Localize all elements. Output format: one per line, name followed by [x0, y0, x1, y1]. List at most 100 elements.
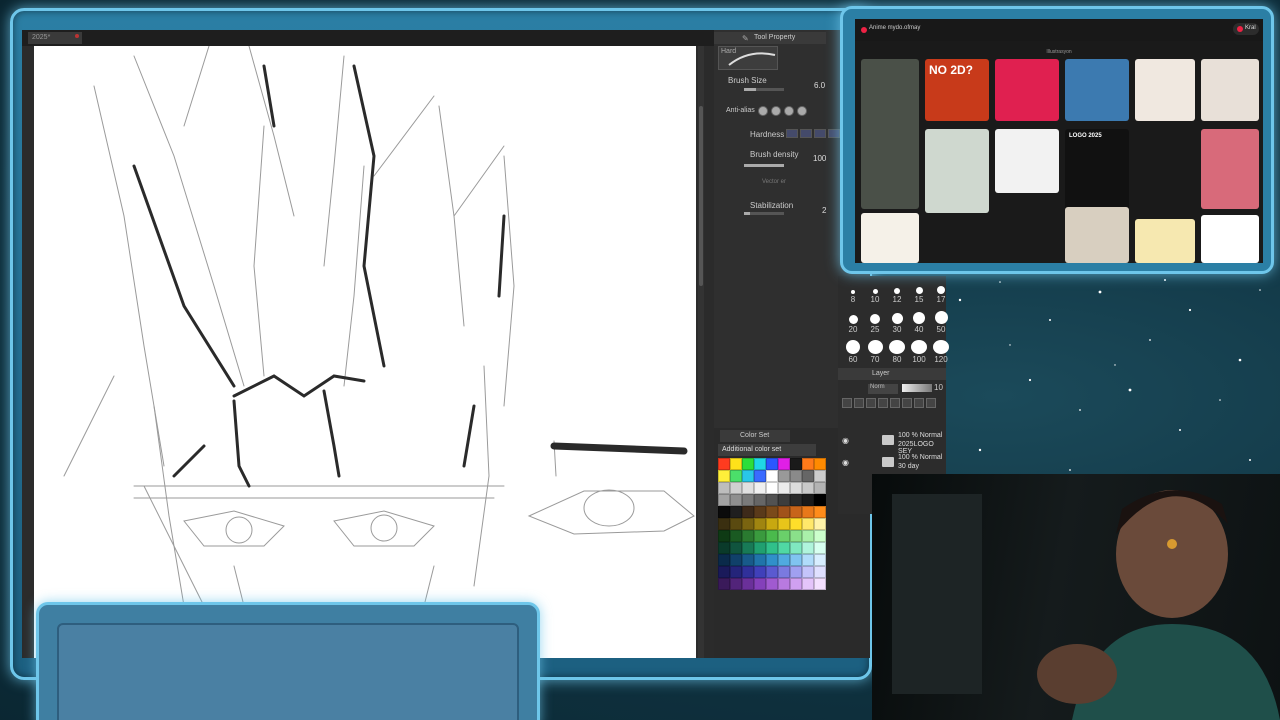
gallery-thumbnail[interactable] — [1201, 59, 1259, 121]
color-swatch[interactable] — [814, 542, 826, 554]
color-swatch[interactable] — [730, 554, 742, 566]
brush-size-presets[interactable]: 8 10 12 15 17 20 25 30 40 50 60 70 80 100 120 — [842, 280, 952, 364]
antialias-options[interactable] — [758, 106, 807, 116]
color-swatch[interactable] — [742, 470, 754, 482]
color-swatch[interactable] — [766, 506, 778, 518]
color-swatch[interactable] — [802, 482, 814, 494]
color-swatch[interactable] — [730, 506, 742, 518]
color-swatch[interactable] — [754, 458, 766, 470]
color-swatch[interactable] — [790, 458, 802, 470]
color-swatch[interactable] — [814, 506, 826, 518]
color-swatch[interactable] — [766, 566, 778, 578]
color-swatch[interactable] — [802, 506, 814, 518]
color-swatch[interactable] — [766, 482, 778, 494]
color-swatch[interactable] — [730, 482, 742, 494]
color-swatch[interactable] — [754, 566, 766, 578]
brush-size-preset[interactable]: 17 — [930, 280, 952, 304]
brush-size-preset[interactable]: 70 — [864, 340, 886, 364]
gallery-thumbnail[interactable]: NO 2D? — [925, 59, 989, 121]
color-swatch-grid[interactable] — [718, 458, 826, 590]
color-swatch[interactable] — [790, 530, 802, 542]
color-swatch[interactable] — [802, 494, 814, 506]
color-swatch[interactable] — [718, 578, 730, 590]
color-swatch[interactable] — [778, 530, 790, 542]
site-title[interactable]: Anime mydo.ofmay — [869, 25, 920, 31]
layer-row[interactable]: ◉ 100 % Normal 30 day — [838, 454, 946, 474]
gallery-thumbnail[interactable] — [995, 129, 1059, 193]
color-swatch[interactable] — [802, 554, 814, 566]
gallery-thumbnail[interactable] — [861, 59, 919, 209]
brush-size-preset[interactable]: 40 — [908, 310, 930, 334]
brush-size-preset[interactable]: 25 — [864, 310, 886, 334]
color-swatch[interactable] — [718, 530, 730, 542]
color-swatch[interactable] — [778, 482, 790, 494]
color-swatch[interactable] — [730, 470, 742, 482]
color-swatch[interactable] — [790, 506, 802, 518]
tool-property-tab[interactable]: ✎ Tool Property — [714, 32, 826, 44]
color-swatch[interactable] — [790, 554, 802, 566]
gallery-thumbnail[interactable] — [1201, 215, 1259, 263]
layer-toolbar[interactable] — [842, 398, 936, 408]
color-swatch[interactable] — [778, 458, 790, 470]
color-swatch[interactable] — [754, 506, 766, 518]
color-swatch[interactable] — [778, 578, 790, 590]
color-swatch[interactable] — [742, 566, 754, 578]
color-swatch[interactable] — [814, 458, 826, 470]
brush-size-preset[interactable]: 8 — [842, 280, 864, 304]
color-swatch[interactable] — [778, 470, 790, 482]
color-swatch[interactable] — [802, 530, 814, 542]
brush-size-preset[interactable]: 15 — [908, 280, 930, 304]
color-swatch[interactable] — [802, 578, 814, 590]
brush-size-value[interactable]: 6.0 — [814, 81, 825, 90]
brush-preset-preview[interactable]: Hard — [718, 46, 778, 70]
color-swatch[interactable] — [778, 506, 790, 518]
stabilization-value[interactable]: 2 — [822, 206, 826, 215]
color-swatch[interactable] — [742, 458, 754, 470]
color-swatch[interactable] — [718, 566, 730, 578]
brush-density-slider[interactable] — [744, 164, 784, 167]
color-swatch[interactable] — [742, 530, 754, 542]
color-swatch[interactable] — [754, 518, 766, 530]
color-swatch[interactable] — [790, 566, 802, 578]
color-swatch[interactable] — [766, 494, 778, 506]
color-swatch[interactable] — [778, 566, 790, 578]
color-swatch[interactable] — [718, 554, 730, 566]
color-swatch[interactable] — [766, 554, 778, 566]
color-swatch[interactable] — [742, 554, 754, 566]
color-swatch[interactable] — [814, 494, 826, 506]
color-swatch[interactable] — [802, 566, 814, 578]
color-swatch[interactable] — [766, 542, 778, 554]
color-swatch[interactable] — [718, 458, 730, 470]
color-swatch[interactable] — [754, 470, 766, 482]
layer-panel-header[interactable]: Layer — [838, 368, 946, 380]
brush-size-slider[interactable] — [744, 88, 784, 91]
color-swatch[interactable] — [754, 494, 766, 506]
stabilization-slider[interactable] — [744, 212, 784, 215]
color-set-dropdown[interactable]: Additional color set — [718, 444, 816, 456]
color-swatch[interactable] — [742, 578, 754, 590]
color-swatch[interactable] — [754, 482, 766, 494]
hardness-levels[interactable] — [786, 129, 840, 138]
color-swatch[interactable] — [814, 518, 826, 530]
gallery-thumbnail[interactable] — [1201, 129, 1259, 209]
gallery-thumbnail[interactable] — [861, 213, 919, 263]
color-swatch[interactable] — [802, 458, 814, 470]
color-set-tab[interactable]: Color Set — [720, 430, 790, 442]
layer-row[interactable]: ◉ 100 % Normal 2025LOGO SEY — [838, 432, 946, 455]
canvas-scrollbar-thumb[interactable] — [699, 106, 703, 286]
color-swatch[interactable] — [754, 530, 766, 542]
color-swatch[interactable] — [814, 470, 826, 482]
color-swatch[interactable] — [814, 578, 826, 590]
gallery-thumbnail[interactable] — [995, 59, 1059, 121]
brush-size-preset[interactable]: 10 — [864, 280, 886, 304]
brush-size-preset[interactable]: 30 — [886, 310, 908, 334]
color-swatch[interactable] — [754, 554, 766, 566]
color-swatch[interactable] — [718, 518, 730, 530]
color-swatch[interactable] — [754, 542, 766, 554]
color-swatch[interactable] — [730, 566, 742, 578]
color-swatch[interactable] — [790, 542, 802, 554]
document-tab[interactable]: 2025* — [28, 32, 82, 44]
color-swatch[interactable] — [730, 518, 742, 530]
color-swatch[interactable] — [730, 542, 742, 554]
color-swatch[interactable] — [814, 482, 826, 494]
